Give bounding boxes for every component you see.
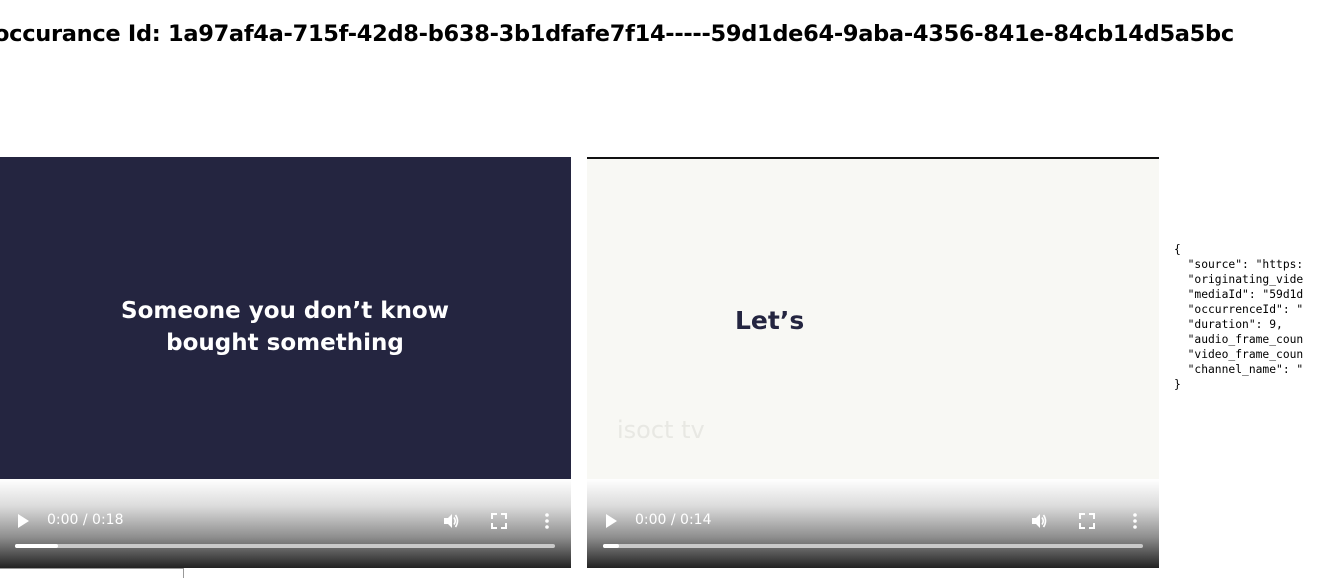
fullscreen-icon[interactable]: [1078, 512, 1096, 530]
video-caption-line-2: bought something: [166, 330, 404, 356]
json-line: "video_frame_coun: [1174, 348, 1304, 361]
json-line: "channel_name": ": [1174, 363, 1304, 376]
seek-progress: [15, 544, 59, 548]
volume-icon[interactable]: [442, 512, 460, 530]
video-controls: 0:00 / 0:18: [0, 479, 571, 568]
video-caption: Someone you don’t know bought something: [0, 295, 571, 359]
video-watermark: isoct tv: [617, 416, 705, 444]
json-line: "source": "https:: [1174, 258, 1304, 271]
video-caption: Let’s: [735, 306, 805, 335]
video-frame[interactable]: Someone you don’t know bought something: [0, 157, 571, 479]
time-display: 0:00 / 0:18: [47, 512, 124, 528]
more-options-icon[interactable]: [538, 512, 556, 530]
video-controls: 0:00 / 0:14: [587, 479, 1159, 568]
seek-bar[interactable]: [15, 544, 555, 548]
video-player-1[interactable]: Someone you don’t know bought something …: [0, 157, 571, 568]
json-line: "occurrenceId": ": [1174, 303, 1304, 316]
volume-icon[interactable]: [1030, 512, 1048, 530]
play-icon[interactable]: [602, 512, 620, 530]
fullscreen-icon[interactable]: [490, 512, 508, 530]
json-line: "duration": 9,: [1174, 318, 1283, 331]
time-display: 0:00 / 0:14: [635, 512, 712, 528]
video-player-2[interactable]: Let’s isoct tv 0:00 / 0:14: [587, 157, 1159, 568]
page-title: occurance Id: 1a97af4a-715f-42d8-b638-3b…: [0, 21, 1234, 47]
json-line: "originating_vide: [1174, 273, 1304, 286]
json-line: }: [1174, 378, 1181, 391]
metadata-json-panel: { "source": "https: "originating_vide "m…: [1174, 242, 1322, 392]
seek-bar[interactable]: [603, 544, 1143, 548]
more-options-icon[interactable]: [1126, 512, 1144, 530]
video-caption-line-1: Someone you don’t know: [121, 298, 449, 324]
play-icon[interactable]: [14, 512, 32, 530]
video-frame[interactable]: Let’s isoct tv: [587, 157, 1159, 479]
seek-progress: [603, 544, 620, 548]
json-line: "mediaId": "59d1d: [1174, 288, 1304, 301]
json-line: {: [1174, 243, 1181, 256]
partial-box-outline: [0, 568, 184, 578]
json-line: "audio_frame_coun: [1174, 333, 1304, 346]
